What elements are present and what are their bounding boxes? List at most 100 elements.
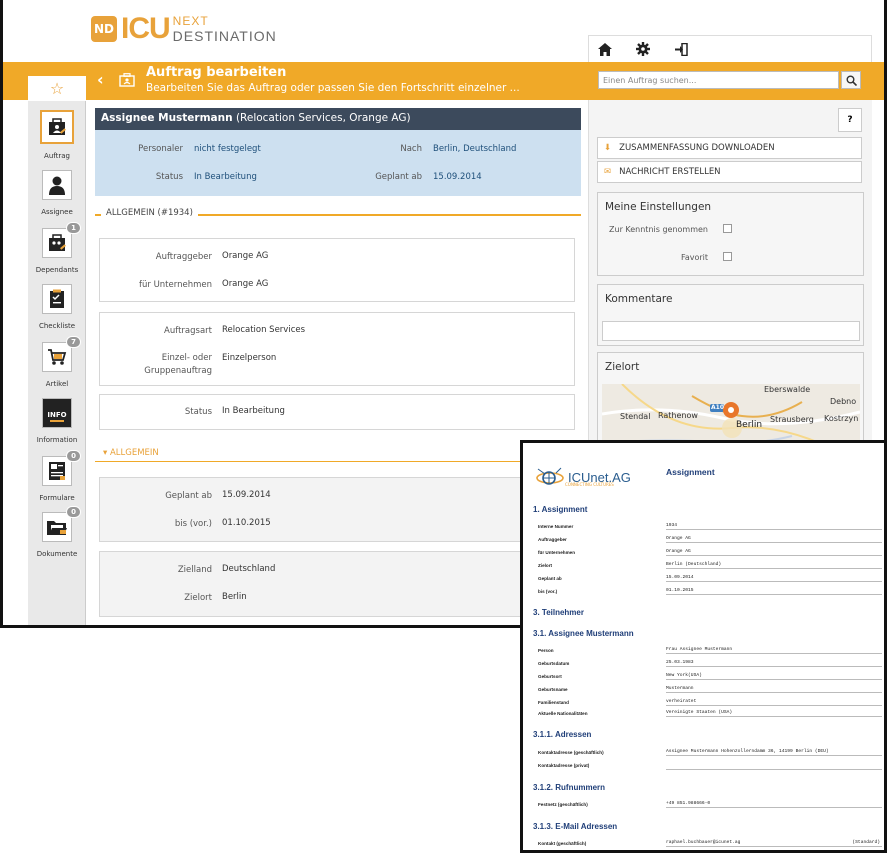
settings-title: Meine Einstellungen [605, 201, 712, 213]
order-search-input[interactable]: Einen Auftrag suchen... [598, 71, 839, 89]
top-bar: ND ICU NEXT DESTINATION [3, 0, 884, 62]
nav-dokumente[interactable]: 0 Dokumente [28, 506, 86, 568]
icunet-logo: ICUnet.AG CONNECTING CULTURES [535, 465, 631, 489]
status-value: In Bearbeitung [194, 172, 257, 182]
form-icon: 0 [42, 450, 81, 486]
allgemein-title: ALLGEMEIN (#1934) [101, 208, 198, 218]
map-label-kostrzyn: Kostrzyn [824, 414, 859, 423]
auftragsart-label: Auftragsart [164, 326, 212, 336]
info-icon: INFO [42, 398, 72, 428]
assignee-org: (Relocation Services, Orange AG) [235, 112, 411, 124]
nav-artikel[interactable]: 7 Artikel [28, 336, 86, 398]
logout-icon[interactable] [673, 41, 689, 57]
dependants-badge: 1 [66, 222, 81, 234]
comments-title: Kommentare [605, 293, 673, 305]
back-chevron-icon[interactable]: ‹ [97, 70, 104, 89]
doc-section-assignment: 1. Assignment [533, 505, 588, 514]
geplant-label: Geplant ab [375, 172, 422, 182]
globe-logo-icon [536, 467, 564, 485]
map-label-debno: Debno [830, 397, 857, 406]
doc-row-value: verheiratet [666, 699, 882, 706]
download-summary-button[interactable]: ⬇ ZUSAMMENFASSUNG DOWNLOADEN [597, 137, 862, 159]
allgemein2-title-text: ALLGEMEIN [109, 448, 159, 458]
cart-icon: 7 [42, 336, 81, 372]
assignee-name: Assignee Mustermann [101, 112, 233, 124]
map-label-berlin: Berlin [736, 420, 763, 430]
doc-row-value: raphael.buchbauer@icunet.ag (Standard) [666, 840, 882, 847]
person-icon [42, 170, 72, 200]
doc-row-label: Geburtsdatum [538, 661, 570, 666]
nav-assignee[interactable]: Assignee [28, 170, 86, 226]
create-message-button[interactable]: ✉ NACHRICHT ERSTELLEN [597, 161, 862, 183]
status-field-label: Status [184, 407, 212, 417]
doc-row-value [666, 762, 882, 770]
doc-row-value: 1934 [666, 523, 882, 530]
screenshot-stage: ND ICU NEXT DESTINATION ‹ Auftrag bearbe… [0, 0, 887, 853]
doc-row-label: für Unternehmen [538, 550, 576, 555]
nav-auftrag[interactable]: Auftrag [28, 110, 86, 166]
doc-row-label: bis (vor.) [538, 589, 558, 594]
doc-row-value: Vereinigte Staaten (USA) [666, 710, 882, 717]
doc-section-adressen: 3.1.1. Adressen [533, 730, 592, 739]
doc-row-value: Berlin (Deutschland) [666, 562, 882, 569]
help-button[interactable]: ? [838, 108, 862, 132]
comment-input[interactable] [602, 321, 860, 341]
envelope-icon: ✉ [604, 167, 612, 177]
search-icon[interactable] [841, 71, 861, 89]
favorit-checkbox[interactable] [723, 252, 732, 261]
doc-row-value: Frau Assignee Mustermann [666, 647, 882, 654]
einzel-gruppen-label: Einzel- oder Gruppenauftrag [144, 353, 212, 376]
doc-email-value: raphael.buchbauer@icunet.ag [666, 840, 741, 845]
download-summary-label: ZUSAMMENFASSUNG DOWNLOADEN [619, 143, 775, 153]
nach-value: Berlin, Deutschland [433, 144, 517, 154]
doc-title: Assignment [666, 467, 715, 477]
nav-checkliste[interactable]: Checkliste [28, 284, 86, 340]
favorite-star-icon[interactable]: ☆ [28, 76, 86, 101]
download-icon: ⬇ [604, 143, 612, 153]
doc-row-label: Person [538, 648, 554, 653]
doc-row-value: Assignee Mustermann Hohenzollerndamm 36,… [666, 749, 882, 756]
nav-information[interactable]: INFO Information [28, 398, 86, 454]
einzel-gruppen-value: Einzelperson [222, 353, 277, 363]
assignee-info-box: Personaler nicht festgelegt Nach Berlin,… [95, 130, 581, 196]
kenntnis-label: Zur Kenntnis genommen [609, 225, 708, 234]
kenntnis-checkbox[interactable] [723, 224, 732, 233]
gear-icon[interactable] [635, 41, 651, 57]
dokumente-badge: 0 [66, 506, 81, 518]
card-destination: Zielland Deutschland Zielort Berlin [99, 551, 575, 617]
app-logo[interactable]: ND ICU NEXT DESTINATION [91, 12, 277, 46]
left-sidebar: ☆ Auftrag Assignee 1 Dependants Checklis… [28, 76, 86, 625]
doc-row-value: +49 851.988666-0 [666, 801, 882, 808]
nav-dependants[interactable]: 1 Dependants [28, 222, 86, 284]
doc-section-teilnehmer: 3. Teilnehmer [533, 608, 584, 617]
fuer-unternehmen-label: für Unternehmen [139, 280, 212, 290]
card-auftragsart: Auftragsart Relocation Services Einzel- … [99, 312, 575, 386]
nav-formulare[interactable]: 0 Formulare [28, 450, 86, 512]
zielort-value: Berlin [222, 592, 247, 602]
fuer-unternehmen-value: Orange AG [222, 279, 269, 289]
formulare-badge: 0 [66, 450, 81, 462]
nav-checkliste-label: Checkliste [38, 322, 76, 330]
doc-section-email: 3.1.3. E-Mail Adressen [533, 822, 618, 831]
auftraggeber-label: Auftraggeber [155, 252, 212, 262]
page-subtitle: Bearbeiten Sie das Auftrag oder passen S… [146, 82, 520, 94]
geplant-ab-label: Geplant ab [165, 491, 212, 501]
logo-subtitle: NEXT DESTINATION [173, 14, 277, 44]
allgemein-collapsible-header[interactable]: ▾ ALLGEMEIN [95, 444, 581, 462]
assignee-header: Assignee Mustermann (Relocation Services… [95, 108, 581, 130]
checklist-icon [42, 284, 72, 314]
page-title: Auftrag bearbeiten [146, 65, 287, 80]
zielland-label: Zielland [177, 565, 212, 575]
bis-label: bis (vor.) [174, 519, 212, 529]
personaler-value: nicht festgelegt [194, 144, 261, 154]
nav-dependants-label: Dependants [35, 266, 79, 274]
nav-assignee-label: Assignee [41, 208, 73, 216]
pdf-summary-document: ICUnet.AG CONNECTING CULTURES Assignment… [520, 440, 887, 853]
status-label: Status [155, 172, 183, 182]
doc-row-label: Aktuelle Nationalitäten [538, 711, 588, 716]
map-label-stendal: Stendal [620, 412, 651, 421]
settings-panel: Meine Einstellungen Zur Kenntnis genomme… [597, 192, 864, 276]
auftragsart-value: Relocation Services [222, 325, 306, 335]
home-icon[interactable] [597, 41, 613, 57]
create-message-label: NACHRICHT ERSTELLEN [619, 167, 721, 177]
